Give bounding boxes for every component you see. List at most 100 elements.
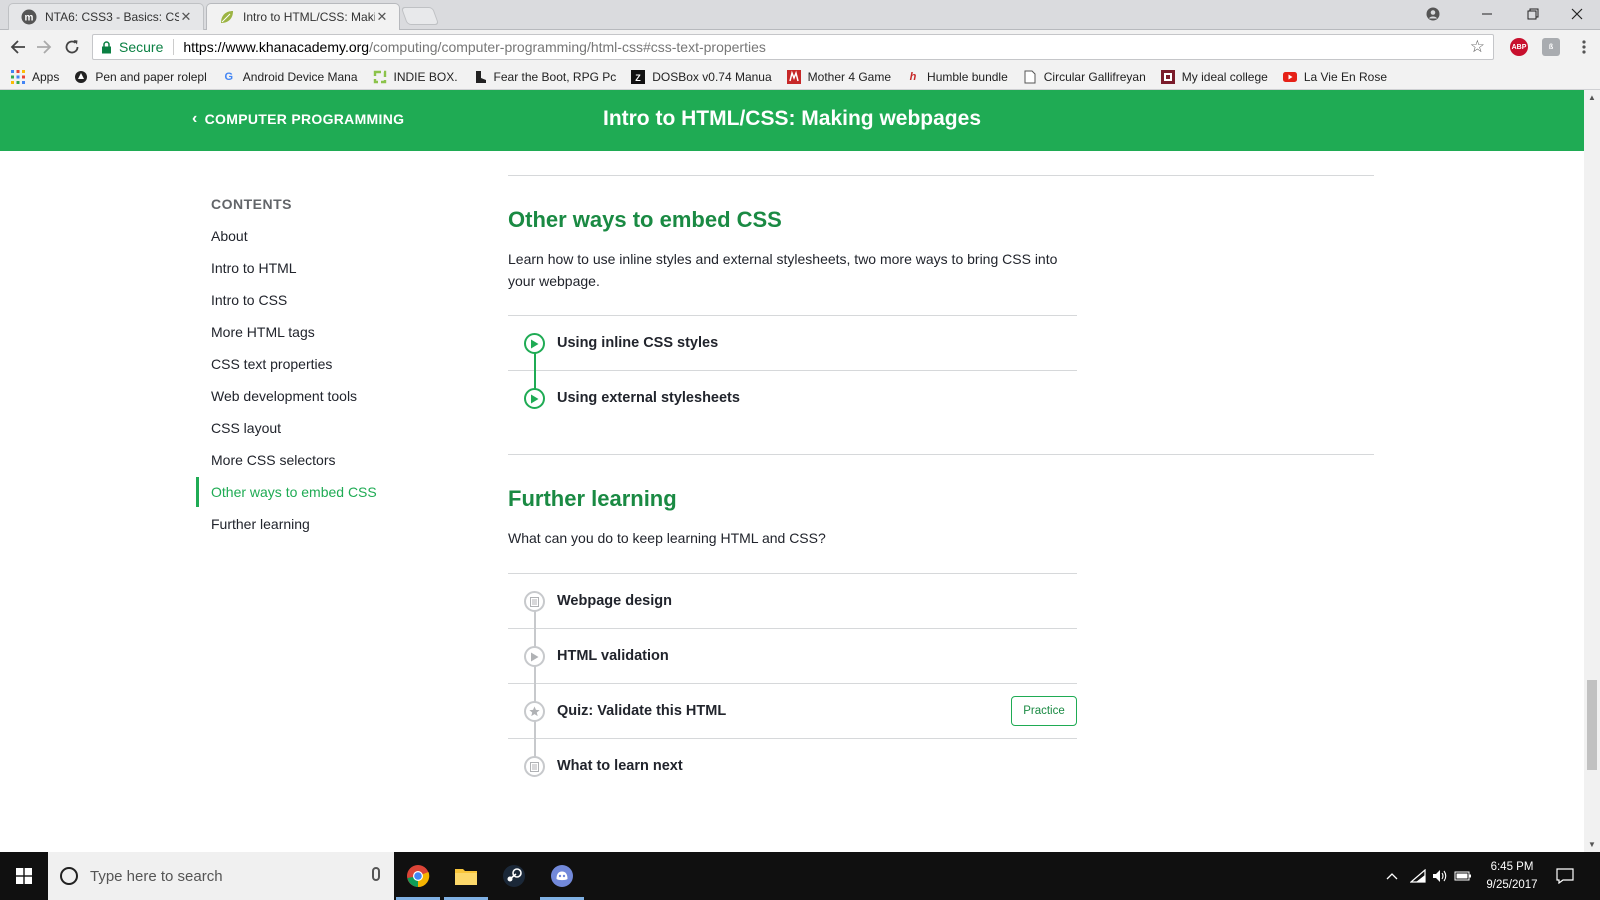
- restore-icon[interactable]: [1510, 0, 1556, 28]
- forward-arrow-icon[interactable]: [32, 35, 56, 59]
- sidebar-item-css-layout[interactable]: CSS layout: [196, 419, 456, 451]
- close-window-icon[interactable]: [1554, 0, 1600, 28]
- dosbox-icon: Z: [630, 69, 646, 85]
- tab-close-icon[interactable]: ✕: [375, 9, 389, 25]
- discord-icon[interactable]: [538, 852, 586, 900]
- play-icon: [524, 333, 545, 354]
- youtube-icon: [1282, 69, 1298, 85]
- section-divider: [508, 454, 1374, 455]
- list-item[interactable]: Using inline CSS styles: [508, 315, 1077, 370]
- browser-toolbar: Secure https://www.khanacademy.org/compu…: [0, 30, 1600, 64]
- chrome-menu-icon[interactable]: [1574, 35, 1594, 59]
- bookmark-android[interactable]: G Android Device Mana: [221, 69, 358, 85]
- list-item[interactable]: Quiz: Validate this HTML Practice: [508, 683, 1077, 738]
- page-viewport: ‹ COMPUTER PROGRAMMING Intro to HTML/CSS…: [0, 90, 1584, 852]
- browser-tab-1[interactable]: Intro to HTML/CSS: Maki ✕: [206, 3, 400, 30]
- microphone-icon[interactable]: [372, 867, 380, 881]
- bookmark-label: Pen and paper rolepl: [95, 69, 207, 84]
- sidebar-item-intro-to-html[interactable]: Intro to HTML: [196, 259, 456, 291]
- bookmark-humble[interactable]: h Humble bundle: [905, 69, 1008, 85]
- apps-grid-icon: [10, 69, 26, 85]
- bookmark-dosbox[interactable]: Z DOSBox v0.74 Manua: [630, 69, 772, 85]
- bookmark-label: My ideal college: [1181, 69, 1268, 84]
- show-hidden-icons-icon[interactable]: [1386, 852, 1398, 900]
- indiebox-icon: [372, 69, 388, 85]
- bookmark-la-vie-en-rose[interactable]: La Vie En Rose: [1282, 69, 1387, 85]
- boot-icon: [472, 69, 488, 85]
- browser-tab-0[interactable]: m NTA6: CSS3 - Basics: CSS ✕: [8, 3, 204, 30]
- list-item[interactable]: Using external stylesheets: [508, 370, 1077, 425]
- bookmark-star-icon[interactable]: ☆: [1470, 37, 1485, 57]
- sidebar-item-further-learning[interactable]: Further learning: [196, 515, 456, 547]
- bookmark-apps[interactable]: Apps: [10, 69, 59, 85]
- moodle-icon: m: [21, 9, 37, 25]
- bookmark-college[interactable]: My ideal college: [1160, 69, 1268, 85]
- tab-close-icon[interactable]: ✕: [179, 9, 193, 25]
- bookmark-label: La Vie En Rose: [1303, 69, 1387, 84]
- sidebar-item-css-text-properties[interactable]: CSS text properties: [196, 355, 456, 387]
- sidebar-item-intro-to-css[interactable]: Intro to CSS: [196, 291, 456, 323]
- sidebar-item-more-css-selectors[interactable]: More CSS selectors: [196, 451, 456, 483]
- bookmark-fear-the-boot[interactable]: Fear the Boot, RPG Pc: [472, 69, 616, 85]
- volume-icon[interactable]: [1432, 852, 1448, 900]
- battery-icon[interactable]: [1454, 852, 1472, 900]
- windows-start-button[interactable]: [0, 852, 48, 900]
- bookmark-label: Mother 4 Game: [807, 69, 892, 84]
- action-center-icon[interactable]: [1556, 852, 1574, 900]
- bookmark-mother4[interactable]: Mother 4 Game: [786, 69, 891, 85]
- section-divider: [508, 175, 1374, 176]
- new-tab-button[interactable]: [400, 7, 440, 25]
- progress-connector: [534, 600, 536, 762]
- bookmark-label: DOSBox v0.74 Manua: [652, 69, 772, 84]
- play-icon: [524, 388, 545, 409]
- file-explorer-icon[interactable]: [442, 852, 490, 900]
- section-title: Other ways to embed CSS: [508, 207, 782, 232]
- svg-text:Z: Z: [636, 73, 642, 83]
- bookmark-label: Android Device Mana: [242, 69, 358, 84]
- wifi-icon[interactable]: [1410, 852, 1426, 900]
- taskbar-search-box[interactable]: Type here to search: [48, 852, 394, 900]
- sidebar-item-other-ways-to-embed-css[interactable]: Other ways to embed CSS: [196, 477, 456, 515]
- chrome-icon[interactable]: [394, 852, 442, 900]
- steam-icon[interactable]: [490, 852, 538, 900]
- page-title: Intro to HTML/CSS: Making webpages: [602, 107, 981, 130]
- college-icon: [1160, 69, 1176, 85]
- bookmark-label: Humble bundle: [927, 69, 1008, 84]
- scroll-down-icon[interactable]: ▼: [1588, 840, 1596, 849]
- clock-time: 6:45 PM: [1490, 861, 1534, 873]
- list-item[interactable]: Webpage design: [508, 573, 1077, 628]
- scroll-up-icon[interactable]: ▲: [1588, 93, 1596, 102]
- list-item[interactable]: What to learn next: [508, 738, 1077, 793]
- profile-icon[interactable]: [1410, 0, 1456, 28]
- list-item-label: What to learn next: [557, 758, 683, 774]
- bookmark-label: Apps: [32, 69, 60, 84]
- course-header: ‹ COMPUTER PROGRAMMING Intro to HTML/CSS…: [0, 90, 1584, 151]
- list-item-label: Using external stylesheets: [557, 390, 740, 406]
- scrollbar-thumb[interactable]: [1587, 680, 1597, 770]
- cortana-icon: [60, 867, 78, 885]
- clock-date: 9/25/2017: [1486, 879, 1538, 891]
- page-scrollbar[interactable]: ▲ ▼: [1584, 90, 1600, 852]
- adblock-plus-icon[interactable]: ABP: [1510, 38, 1528, 56]
- back-arrow-icon[interactable]: [6, 35, 30, 59]
- system-clock[interactable]: 6:45 PM 9/25/2017: [1476, 858, 1548, 894]
- bookmark-indiebox[interactable]: INDIE BOX.: [372, 69, 458, 85]
- practice-button[interactable]: Practice: [1011, 696, 1077, 726]
- sidebar-item-web-development-tools[interactable]: Web development tools: [196, 387, 456, 419]
- reload-icon[interactable]: [60, 35, 84, 59]
- play-icon: [524, 646, 545, 667]
- extension-icon[interactable]: ß: [1542, 38, 1560, 56]
- minimize-icon[interactable]: [1464, 0, 1510, 28]
- list-item-label: Webpage design: [557, 593, 672, 609]
- section-item-list: Using inline CSS styles Using external s…: [508, 315, 1077, 425]
- sidebar-item-more-html-tags[interactable]: More HTML tags: [196, 323, 456, 355]
- sidebar-item-about[interactable]: About: [196, 227, 456, 259]
- bookmark-gallifreyan[interactable]: Circular Gallifreyan: [1022, 69, 1146, 85]
- contents-heading: CONTENTS: [211, 196, 292, 212]
- bookmark-rpg[interactable]: Pen and paper rolepl: [73, 69, 207, 85]
- tab-title: Intro to HTML/CSS: Maki: [243, 10, 375, 24]
- section-title: Further learning: [508, 486, 677, 511]
- section-description: What can you do to keep learning HTML an…: [508, 530, 826, 546]
- list-item[interactable]: HTML validation: [508, 628, 1077, 683]
- address-bar[interactable]: Secure https://www.khanacademy.org/compu…: [92, 34, 1494, 60]
